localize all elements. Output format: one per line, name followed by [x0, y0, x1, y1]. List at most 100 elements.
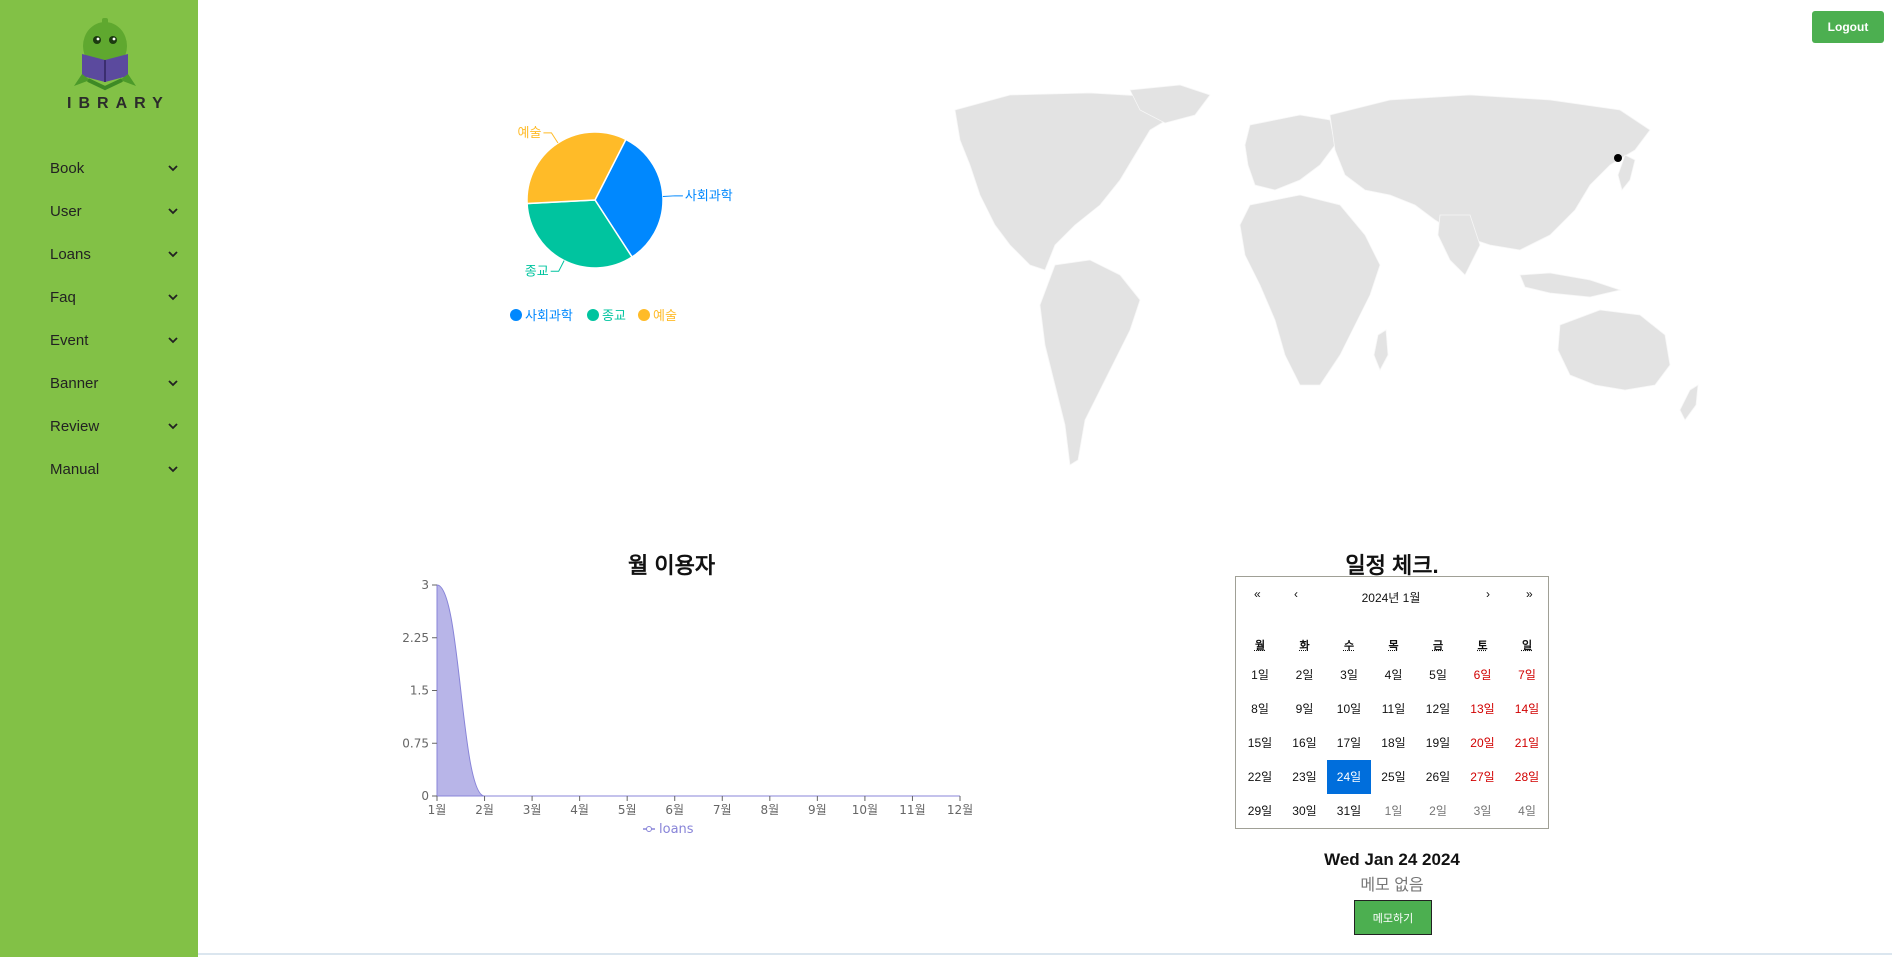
calendar-title[interactable]: 2024년 1월 — [1326, 589, 1456, 606]
sidebar-item-user[interactable]: User — [50, 196, 180, 226]
calendar-day[interactable]: 15일 — [1238, 726, 1282, 760]
calendar-day[interactable]: 3일 — [1327, 658, 1371, 692]
pie-label-line — [550, 260, 565, 272]
location-marker — [1614, 154, 1622, 162]
y-tick-label: 3 — [421, 578, 429, 592]
pie-label: 종교 — [525, 264, 549, 279]
calendar-day[interactable]: 26일 — [1416, 760, 1460, 794]
sidebar-item-banner[interactable]: Banner — [50, 368, 180, 398]
y-tick-label: 1.5 — [410, 684, 429, 698]
calendar-day[interactable]: 16일 — [1283, 726, 1327, 760]
sidebar-item-review[interactable]: Review — [50, 411, 180, 441]
sidebar-item-label: Book — [50, 159, 85, 177]
calendar-day[interactable]: 4일 — [1372, 658, 1416, 692]
pie-label-line — [543, 132, 559, 144]
calendar-day[interactable]: 5일 — [1416, 658, 1460, 692]
asia-shape — [1329, 94, 1651, 251]
calendar-day[interactable]: 27일 — [1461, 760, 1505, 794]
bottom-divider — [198, 953, 1892, 955]
chevron-down-icon — [168, 165, 178, 172]
calendar-day[interactable]: 20일 — [1461, 726, 1505, 760]
world-map — [954, 84, 1699, 466]
calendar-last-button[interactable]: » — [1526, 587, 1533, 601]
calendar-day[interactable]: 7일 — [1505, 658, 1549, 692]
legend-label: 사회과학 — [525, 309, 573, 324]
calendar-day[interactable]: 28일 — [1505, 760, 1549, 794]
monthly-users-chart: 0 0.75 1.5 2.25 3 1월 2월 3월 4월 5월 6월 7월 8월 9월 10월 11월 12… — [402, 578, 973, 837]
sidebar-item-manual[interactable]: Manual — [50, 454, 180, 484]
sidebar-item-label: Banner — [50, 374, 99, 392]
calendar-prev-button[interactable]: ‹ — [1294, 587, 1298, 601]
calendar-day[interactable]: 9일 — [1283, 692, 1327, 726]
calendar-day[interactable]: 12일 — [1416, 692, 1460, 726]
selected-date: Wed Jan 24 2024 — [1324, 850, 1460, 869]
calendar-day[interactable]: 1일 — [1238, 658, 1282, 692]
calendar-day[interactable]: 22일 — [1238, 760, 1282, 794]
x-tick-label: 2월 — [475, 803, 494, 817]
calendar-day[interactable]: 30일 — [1283, 794, 1327, 828]
legend-swatch — [638, 309, 650, 321]
weekday-label: 금 — [1432, 640, 1444, 652]
new-zealand-shape — [1679, 384, 1699, 421]
calendar-day[interactable]: 19일 — [1416, 726, 1460, 760]
legend-label: 예술 — [653, 309, 677, 324]
south-america-shape — [1039, 259, 1141, 466]
sidebar-item-book[interactable]: Book — [50, 153, 180, 183]
indonesia-shape — [1519, 272, 1622, 298]
calendar-day[interactable]: 25일 — [1372, 760, 1416, 794]
sidebar-item-label: Faq — [50, 288, 76, 306]
calendar-day[interactable]: 21일 — [1505, 726, 1549, 760]
calendar-first-button[interactable]: « — [1254, 587, 1261, 601]
calendar: « ‹ 2024년 1월 › » 월화수목금토일 1일 2일 3일 4일 5일 6일 7일 8… — [1235, 576, 1549, 829]
logout-button[interactable]: Logout — [1812, 11, 1884, 43]
calendar-day[interactable]: 18일 — [1372, 726, 1416, 760]
calendar-next-button[interactable]: › — [1486, 587, 1490, 601]
weekday-label: 화 — [1299, 640, 1310, 652]
y-tick-label: 0.75 — [402, 736, 429, 750]
sidebar-item-loans[interactable]: Loans — [50, 239, 180, 269]
australia-shape — [1557, 309, 1671, 391]
memo-button[interactable]: 메모하기 — [1354, 900, 1432, 935]
weekday-label: 수 — [1343, 640, 1355, 652]
calendar-day[interactable]: 29일 — [1238, 794, 1282, 828]
calendar-day[interactable]: 17일 — [1327, 726, 1371, 760]
madagascar-shape — [1373, 329, 1389, 371]
weekday-label: 일 — [1521, 640, 1533, 652]
library-logo[interactable]: LIBRARY — [60, 8, 170, 118]
weekday-label: 월 — [1254, 640, 1266, 652]
sidebar-item-event[interactable]: Event — [50, 325, 180, 355]
legend-label: loans — [659, 822, 694, 837]
legend-swatch — [587, 309, 599, 321]
calendar-day[interactable]: 31일 — [1327, 794, 1371, 828]
calendar-day[interactable]: 4일 — [1505, 794, 1549, 828]
legend-swatch — [510, 309, 522, 321]
sidebar-item-faq[interactable]: Faq — [50, 282, 180, 312]
calendar-day[interactable]: 3일 — [1461, 794, 1505, 828]
chevron-down-icon — [168, 466, 178, 473]
x-tick-label: 9월 — [808, 803, 827, 817]
calendar-day[interactable]: 11일 — [1372, 692, 1416, 726]
chevron-down-icon — [168, 251, 178, 258]
calendar-day[interactable]: 23일 — [1283, 760, 1327, 794]
calendar-day[interactable]: 24일 — [1327, 760, 1371, 794]
weekday-label: 토 — [1477, 640, 1488, 652]
calendar-day[interactable]: 14일 — [1505, 692, 1549, 726]
x-tick-label: 7월 — [713, 803, 732, 817]
calendar-day[interactable]: 1일 — [1372, 794, 1416, 828]
weekday-label: 목 — [1388, 640, 1399, 652]
logo-text: LIBRARY — [60, 95, 170, 112]
calendar-day[interactable]: 6일 — [1461, 658, 1505, 692]
sidebar: LIBRARY Book User Loans Faq Event Banner… — [0, 0, 198, 957]
x-tick-label: 8월 — [760, 803, 779, 817]
category-pie-chart: 사회과학종교예술 사회과학 종교 예술 — [510, 126, 733, 324]
y-tick-label: 0 — [421, 789, 429, 803]
calendar-day[interactable]: 8일 — [1238, 692, 1282, 726]
chevron-down-icon — [168, 294, 178, 301]
calendar-day[interactable]: 2일 — [1283, 658, 1327, 692]
chevron-down-icon — [168, 423, 178, 430]
x-tick-label: 5월 — [618, 803, 637, 817]
calendar-day[interactable]: 10일 — [1327, 692, 1371, 726]
x-tick-label: 11월 — [899, 803, 925, 817]
calendar-day[interactable]: 2일 — [1416, 794, 1460, 828]
calendar-day[interactable]: 13일 — [1461, 692, 1505, 726]
